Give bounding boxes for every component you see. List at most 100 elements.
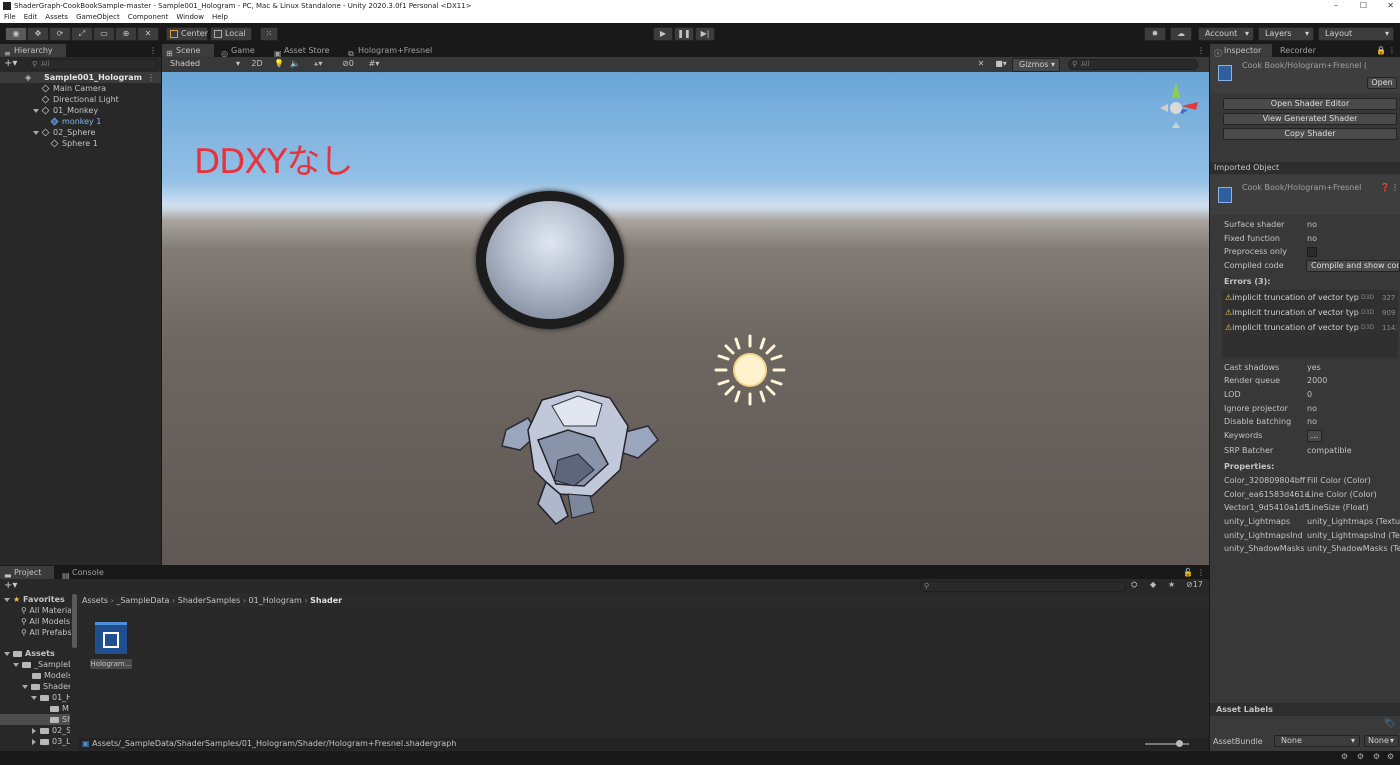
project-search-input[interactable]: [920, 581, 1126, 592]
error-row-2[interactable]: ⚠implicit truncation of vector type D3D …: [1225, 306, 1397, 320]
open-shader-editor-button[interactable]: Open Shader Editor: [1223, 98, 1397, 110]
audio-toggle-icon[interactable]: 🔈: [288, 58, 302, 72]
asset-file-hologram[interactable]: Hologram...: [90, 619, 132, 669]
camera-dropdown-icon[interactable]: ■▾: [990, 58, 1012, 72]
tab-game[interactable]: ◎ Game: [217, 44, 267, 58]
tree-item[interactable]: 02_S: [31, 725, 70, 736]
grid-snap-button[interactable]: ⁙: [260, 27, 278, 41]
hierarchy-item-02-sphere[interactable]: 02_Sphere: [33, 127, 95, 138]
asset-bundle-variant-dropdown[interactable]: None: [1364, 735, 1399, 747]
copy-shader-button[interactable]: Copy Shader: [1223, 128, 1397, 140]
space-local-toggle[interactable]: Local: [210, 27, 252, 41]
scene-menu-icon[interactable]: ⋮: [147, 72, 155, 83]
pause-button[interactable]: ❚❚: [674, 27, 694, 41]
breadcrumb-item[interactable]: ShaderSamples: [178, 596, 241, 605]
effects-dropdown-icon[interactable]: ⚹▾: [306, 58, 330, 72]
hidden-packages-toggle[interactable]: ⊘17: [1186, 580, 1203, 589]
rect-tool-button[interactable]: ▭: [93, 27, 115, 41]
scene-menu-icon[interactable]: ⋮: [1197, 44, 1205, 57]
hierarchy-item-sphere-1[interactable]: Sphere 1: [50, 138, 98, 149]
keywords-more-button[interactable]: ...: [1307, 430, 1322, 442]
cloud-icon[interactable]: ☁: [1170, 27, 1192, 41]
favorite-item[interactable]: ⚲ All Prefabs: [21, 627, 71, 638]
expand-arrow-icon[interactable]: [4, 597, 10, 602]
layout-dropdown[interactable]: Layout: [1318, 27, 1394, 41]
transform-tool-button[interactable]: ⊕: [115, 27, 137, 41]
expand-arrow-icon[interactable]: [33, 108, 39, 113]
bake-icon[interactable]: ⚙: [1341, 752, 1348, 761]
hierarchy-search-input[interactable]: All: [28, 59, 158, 70]
favorite-item[interactable]: ⚲ All Materials: [21, 605, 71, 616]
scene-header-row[interactable]: ◈ Sample001_Hologram ⋮: [0, 72, 161, 83]
scene-orientation-gizmo[interactable]: [1152, 78, 1202, 138]
tab-console[interactable]: ▤ Console: [58, 566, 114, 580]
grid-toggle-icon[interactable]: #▾: [362, 58, 386, 72]
settings-icon[interactable]: ⋮: [1391, 183, 1399, 192]
tree-item[interactable]: _SampleData: [13, 659, 70, 670]
view-generated-shader-button[interactable]: View Generated Shader: [1223, 113, 1397, 125]
tab-hologram-fresnel[interactable]: ⧉ Hologram+Fresnel: [344, 44, 436, 58]
account-dropdown[interactable]: Account: [1198, 27, 1254, 41]
expand-arrow-icon[interactable]: [22, 684, 28, 689]
breadcrumb-item[interactable]: _SampleData: [116, 596, 169, 605]
tree-item-selected[interactable]: Sh: [50, 714, 70, 725]
menu-window[interactable]: Window: [176, 12, 204, 23]
expand-arrow-icon[interactable]: [33, 130, 39, 135]
tree-item[interactable]: M: [50, 703, 70, 714]
layers-dropdown[interactable]: Layers: [1258, 27, 1314, 41]
collapsed-arrow-icon[interactable]: [32, 738, 36, 745]
tools-icon[interactable]: ✕: [974, 58, 988, 72]
tab-inspector[interactable]: ⓘ Inspector: [1210, 44, 1272, 58]
directional-light-icon[interactable]: [714, 334, 786, 406]
asset-bundle-dropdown[interactable]: None: [1274, 735, 1360, 747]
inspector-menu-icon[interactable]: ⋮: [1388, 44, 1396, 57]
icon-size-slider-thumb[interactable]: [1176, 740, 1183, 747]
expand-arrow-icon[interactable]: [4, 651, 10, 656]
step-button[interactable]: ▶|: [695, 27, 715, 41]
debug-icon[interactable]: ⚙: [1357, 752, 1364, 761]
collapsed-arrow-icon[interactable]: [32, 727, 36, 734]
tree-item[interactable]: ShaderSamples: [22, 681, 70, 692]
lock-icon[interactable]: 🔒: [1376, 44, 1386, 57]
breadcrumb-item[interactable]: Assets: [82, 596, 108, 605]
assets-root[interactable]: Assets: [4, 648, 55, 659]
compile-and-show-code-button[interactable]: Compile and show code: [1306, 260, 1400, 272]
gizmos-dropdown[interactable]: Gizmos: [1012, 58, 1060, 72]
menu-file[interactable]: File: [4, 12, 16, 23]
scale-tool-button[interactable]: ⤢: [71, 27, 93, 41]
tab-recorder[interactable]: Recorder: [1272, 44, 1334, 57]
hierarchy-menu-icon[interactable]: ⋮: [149, 44, 157, 57]
favorite-star-icon[interactable]: ★: [1168, 580, 1175, 589]
collab-icon[interactable]: ✹: [1144, 27, 1166, 41]
menu-component[interactable]: Component: [128, 12, 169, 23]
project-menu-icon[interactable]: ⋮: [1197, 566, 1205, 579]
tree-scrollbar[interactable]: [72, 594, 77, 648]
project-add-button[interactable]: +▾: [4, 580, 17, 591]
expand-arrow-icon[interactable]: [31, 695, 37, 700]
hidden-objects-toggle[interactable]: ⊘0: [336, 58, 360, 72]
create-add-button[interactable]: +▾: [4, 58, 17, 69]
maximize-button[interactable]: ☐: [1360, 0, 1367, 12]
2d-toggle[interactable]: 2D: [248, 58, 266, 72]
tree-item[interactable]: 03_L: [31, 736, 70, 747]
help-icon[interactable]: ❓: [1380, 183, 1390, 192]
hierarchy-item-main-camera[interactable]: Main Camera: [41, 83, 106, 94]
filter-type-icon[interactable]: ⛭: [1131, 580, 1137, 590]
menu-edit[interactable]: Edit: [24, 12, 38, 23]
scene-search-input[interactable]: All: [1068, 59, 1198, 70]
close-window-button[interactable]: ✕: [1387, 0, 1394, 12]
breadcrumb-item[interactable]: 01_Hologram: [249, 596, 302, 605]
shading-mode-dropdown[interactable]: Shaded: [164, 58, 244, 72]
monkey-mesh[interactable]: [498, 389, 662, 526]
pivot-center-toggle[interactable]: Center: [166, 27, 208, 41]
favorite-item[interactable]: ⚲ All Models: [21, 616, 71, 627]
tree-item[interactable]: 01_Hologram: [31, 692, 70, 703]
expand-arrow-icon[interactable]: [13, 662, 19, 667]
lighting-toggle-icon[interactable]: 💡: [272, 58, 286, 72]
preprocess-only-checkbox[interactable]: [1307, 247, 1317, 257]
network-icon[interactable]: ⚙: [1373, 752, 1380, 761]
scene-viewport[interactable]: DDXYなし: [162, 72, 1209, 565]
menu-assets[interactable]: Assets: [45, 12, 68, 23]
breadcrumb-current[interactable]: Shader: [310, 596, 342, 605]
tree-item[interactable]: Models: [32, 670, 70, 681]
